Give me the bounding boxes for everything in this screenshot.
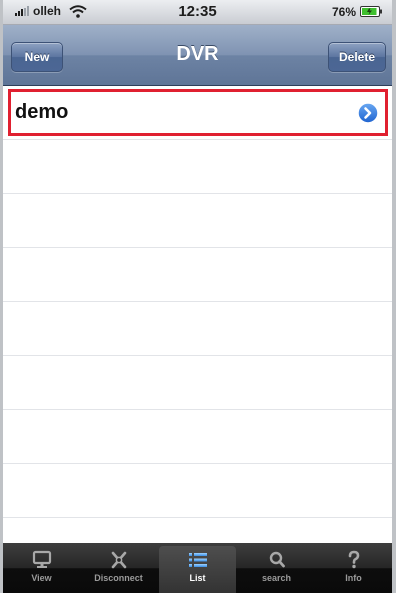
tab-search[interactable]: search: [238, 543, 315, 593]
disconnect-icon: [111, 551, 126, 569]
dvr-list: demo: [3, 86, 392, 543]
tab-disconnect[interactable]: Disconnect: [80, 543, 157, 593]
list-item[interactable]: demo: [8, 89, 388, 136]
tab-label: View: [31, 573, 52, 583]
tab-info[interactable]: Info: [315, 543, 392, 593]
list-icon: [188, 553, 207, 567]
tab-bar: View Disconnect List search Info: [3, 543, 392, 593]
detail-disclosure-icon[interactable]: [357, 102, 379, 124]
app-screen: olleh 12:35 76% New DVR Delete demo View…: [0, 0, 396, 593]
tab-view[interactable]: View: [3, 543, 80, 593]
navigation-bar: New DVR Delete: [3, 25, 392, 86]
list-item-label: demo: [15, 101, 69, 123]
battery-icon: [360, 6, 382, 17]
tab-label: search: [261, 573, 292, 583]
info-icon: [348, 550, 359, 569]
status-bar: olleh 12:35 76%: [3, 0, 392, 25]
search-icon: [269, 551, 285, 568]
battery-percentage: 76%: [331, 5, 356, 19]
monitor-icon: [32, 550, 51, 568]
tab-label: Disconnect: [94, 573, 143, 583]
delete-button[interactable]: Delete: [328, 42, 386, 72]
tab-label: List: [189, 573, 206, 583]
tab-list[interactable]: List: [159, 546, 236, 593]
tab-label: Info: [345, 573, 362, 583]
